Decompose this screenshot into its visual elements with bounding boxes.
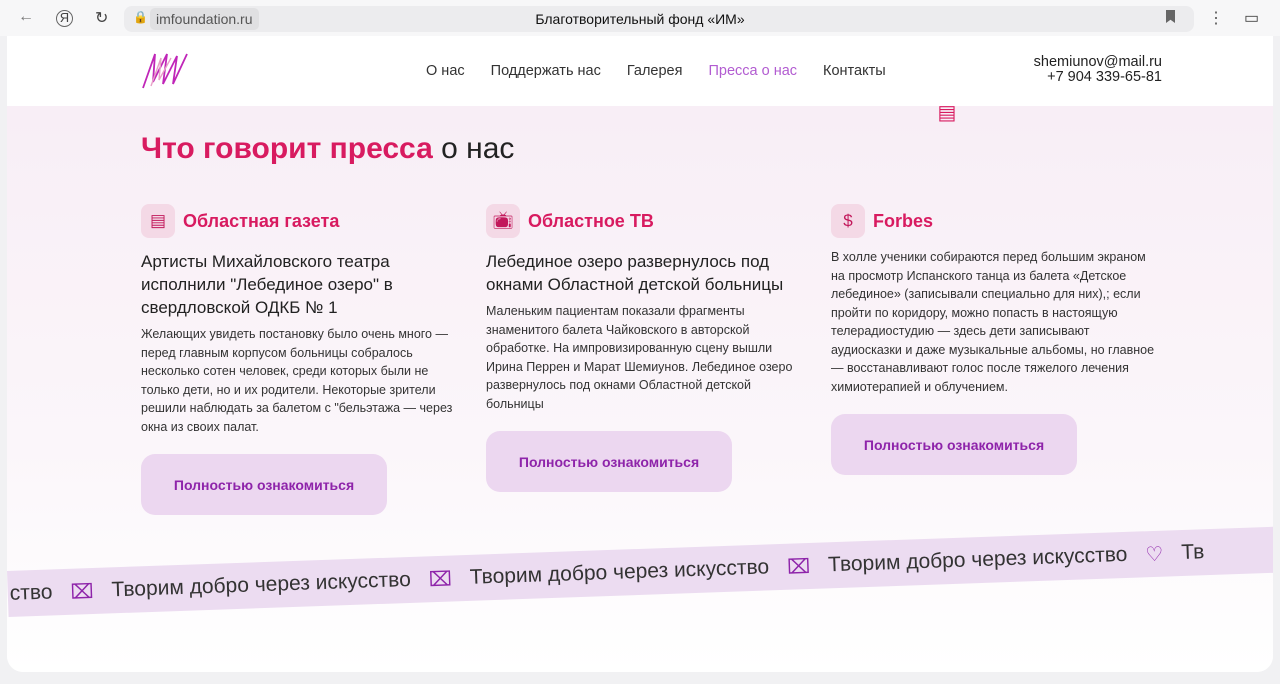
ribbon-text: Творим добро через искусство bbox=[469, 555, 770, 589]
ballet-icon: ⌧ bbox=[70, 580, 94, 604]
heart-icon: ♡ bbox=[1145, 543, 1164, 566]
ribbon-text: Творим добро через искусство bbox=[111, 567, 412, 602]
contacts: shemiunov@mail.ru +7 904 339-65-81 bbox=[1034, 55, 1162, 85]
section-title: Что говорит пресса о нас bbox=[141, 132, 515, 165]
press-card: ▤ Областная газета Артисты Михайловского … bbox=[141, 204, 466, 515]
site-header: О нас Поддержать нас Галерея Пресса о на… bbox=[7, 36, 1273, 106]
card-text: В холле ученики собираются перед большим… bbox=[831, 250, 1155, 394]
card-text: Желающих увидеть постановку было очень м… bbox=[141, 327, 453, 434]
read-more-button[interactable]: Полностью ознакомиться bbox=[141, 454, 387, 515]
newspaper-icon: ▤ bbox=[141, 204, 175, 238]
card-source: Областная газета bbox=[183, 210, 340, 231]
logo[interactable] bbox=[141, 50, 193, 90]
read-more-button[interactable]: Полностью ознакомиться bbox=[831, 414, 1077, 475]
email-link[interactable]: shemiunov@mail.ru bbox=[1034, 55, 1162, 70]
card-source: Областное ТВ bbox=[528, 210, 654, 231]
sidebar-icon[interactable]: ▭ bbox=[1244, 8, 1259, 28]
page: О нас Поддержать нас Галерея Пресса о на… bbox=[7, 36, 1273, 672]
main-nav: О нас Поддержать нас Галерея Пресса о на… bbox=[426, 63, 886, 79]
coin-icon: $ bbox=[831, 204, 865, 238]
nav-contacts[interactable]: Контакты bbox=[823, 63, 886, 79]
ballet-icon: ⌧ bbox=[786, 555, 811, 579]
read-more-button[interactable]: Полностью ознакомиться bbox=[486, 431, 732, 492]
slogan-ribbon: ство ⌧ Творим добро через искусство ⌧ Тв… bbox=[7, 523, 1273, 617]
ballet-icon: ⌧ bbox=[428, 567, 453, 591]
nav-press[interactable]: Пресса о нас bbox=[708, 63, 797, 79]
ribbon-text: ство bbox=[9, 580, 53, 605]
press-card: 📺︎ Областное ТВ Лебединое озеро развернул… bbox=[486, 204, 811, 492]
card-headline: Лебединое озеро развернулось под окнами … bbox=[486, 252, 784, 294]
browser-toolbar: ← Я ↻ 🔒 imfoundation.ru Благотворительны… bbox=[0, 0, 1280, 36]
press-section: ▤ Что говорит пресса о нас ▤ Областная га… bbox=[7, 102, 1273, 672]
card-headline: Артисты Михайловского театра исполнили "… bbox=[141, 252, 393, 317]
nav-support[interactable]: Поддержать нас bbox=[491, 63, 601, 79]
card-source: Forbes bbox=[873, 210, 934, 231]
menu-icon[interactable]: ⋮ bbox=[1208, 8, 1224, 28]
ribbon-text: Тв bbox=[1180, 540, 1205, 565]
phone-link[interactable]: +7 904 339-65-81 bbox=[1034, 70, 1162, 85]
page-title-text: Благотворительный фонд «ИМ» bbox=[535, 11, 745, 27]
tv-icon: 📺︎ bbox=[486, 204, 520, 238]
press-card: $ Forbes В холле ученики собираются перед… bbox=[831, 204, 1156, 475]
stamp-icon: ▤ bbox=[937, 102, 957, 124]
nav-about[interactable]: О нас bbox=[426, 63, 465, 79]
nav-gallery[interactable]: Галерея bbox=[627, 63, 683, 79]
ribbon-text: Творим добро через искусство bbox=[827, 542, 1128, 577]
card-text: Маленьким пациентам показали фрагменты з… bbox=[486, 304, 793, 411]
